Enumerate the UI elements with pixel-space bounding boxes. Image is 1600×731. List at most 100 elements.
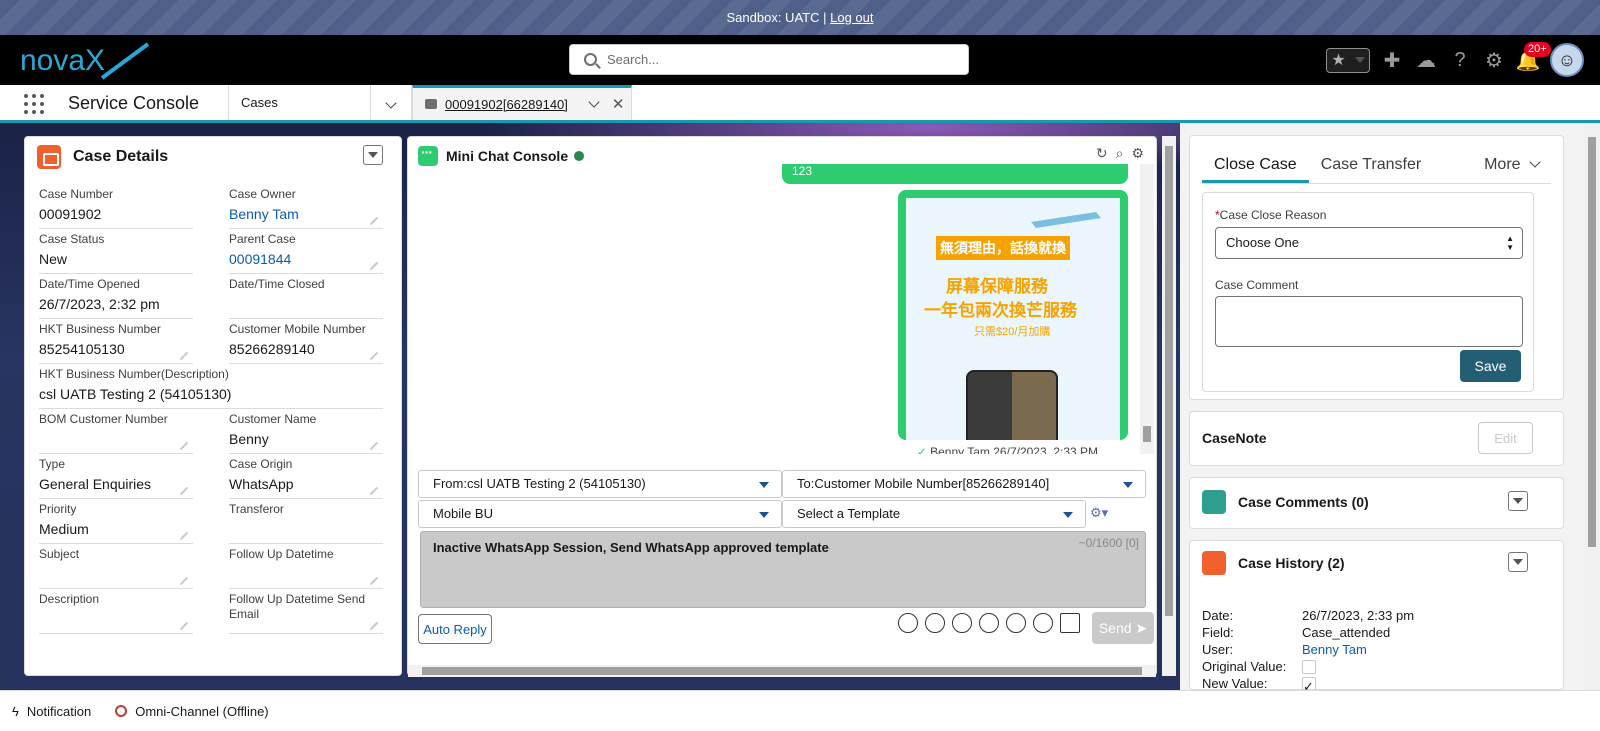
search-icon[interactable]: ⌕: [1116, 145, 1124, 162]
field-label: Parent Case: [229, 232, 296, 246]
speaker-icon[interactable]: [1060, 613, 1080, 633]
close-reason-select[interactable]: Choose One ▲ ▼: [1215, 227, 1523, 259]
from-select[interactable]: From:csl UATB Testing 2 (54105130): [418, 470, 782, 498]
field-case-number: Case Number 00091902: [39, 187, 193, 229]
promo-line3: 只需$20/月加購: [974, 326, 1051, 338]
edit-pencil-icon[interactable]: [369, 621, 379, 631]
attachment-icon[interactable]: [979, 613, 999, 633]
help-icon[interactable]: ?: [1448, 48, 1472, 72]
tab-case-00091902[interactable]: 00091902[66289140] ✕: [412, 85, 632, 120]
field-hkt-business-number: HKT Business Number 85254105130: [39, 322, 193, 364]
chevron-down-icon: [1513, 498, 1523, 504]
star-icon: ★: [1331, 52, 1346, 69]
close-reason-label: *Case Close Reason: [1215, 208, 1327, 222]
gear-icon[interactable]: ⚙: [1482, 48, 1506, 72]
field-value: csl UATB Testing 2 (54105130): [39, 386, 232, 402]
chat-icon: [418, 144, 438, 166]
center-scrollbar[interactable]: [1162, 136, 1176, 676]
case-comments-menu[interactable]: [1508, 491, 1528, 511]
field-value: 85254105130: [39, 341, 125, 357]
app-name: Service Console: [68, 93, 200, 113]
edit-pencil-icon[interactable]: [179, 621, 189, 631]
edit-pencil-icon[interactable]: [179, 441, 189, 451]
novax-logo[interactable]: novaX: [20, 40, 160, 80]
avatar[interactable]: ☺: [1550, 43, 1584, 77]
trailhead-icon[interactable]: ☁: [1414, 48, 1438, 72]
field-label: Follow Up Datetime: [229, 547, 334, 561]
casenote-panel: CaseNote Edit: [1189, 411, 1564, 466]
bell-icon[interactable]: 🔔 20+: [1516, 42, 1551, 72]
close-icon[interactable]: ✕: [612, 95, 625, 113]
sticker-icon[interactable]: [952, 613, 972, 633]
auto-reply-button[interactable]: Auto Reply: [418, 614, 492, 644]
bu-select[interactable]: Mobile BU: [418, 500, 782, 528]
field-label: Follow Up Datetime Send Email: [229, 592, 366, 621]
message-textarea[interactable]: Inactive WhatsApp Session, Send WhatsApp…: [420, 531, 1146, 608]
settings-dropdown-icon[interactable]: ⚙▾: [1090, 505, 1108, 521]
send-button[interactable]: Send ➤: [1092, 612, 1154, 644]
field-label: HKT Business Number(Description): [39, 367, 229, 381]
case-details-menu-button[interactable]: [363, 145, 383, 165]
field-bom-customer-number: BOM Customer Number: [39, 412, 193, 454]
field-label: Customer Name: [229, 412, 317, 426]
refresh-icon[interactable]: ↻: [1096, 145, 1108, 162]
field-transferor: Transferor: [229, 502, 383, 544]
gear-icon[interactable]: ⚙: [1131, 145, 1144, 162]
field-label: Date/Time Closed: [229, 277, 325, 291]
promo-banner: 無須理由，話換就換: [936, 236, 1070, 260]
field-value: WhatsApp: [229, 476, 294, 492]
field-description: Description: [39, 592, 193, 634]
field-label: HKT Business Number: [39, 322, 161, 336]
download-icon[interactable]: [1033, 613, 1053, 633]
tab-more[interactable]: More: [1472, 148, 1551, 183]
wrench-icon: [1202, 490, 1226, 514]
edit-pencil-icon[interactable]: [179, 576, 189, 586]
logout-link[interactable]: Log out: [830, 10, 873, 25]
tab-close-case[interactable]: Close Case: [1202, 148, 1309, 183]
chat-messages: 123 無須理由，話換就換 屏幕保障服務 一年包兩次換芒服務 只需$20/月加購…: [420, 164, 1138, 454]
case-icon: [1202, 551, 1226, 575]
field-value[interactable]: Benny Tam: [229, 206, 383, 223]
add-icon[interactable]: ✚: [1380, 48, 1404, 72]
case-comment-field[interactable]: [1215, 296, 1523, 347]
field-label: Subject: [39, 547, 80, 561]
field-case-status: Case Status New: [39, 232, 193, 274]
chevron-down-icon[interactable]: [588, 96, 600, 108]
nav-menu-dropdown[interactable]: [370, 85, 412, 120]
save-button[interactable]: Save: [1460, 350, 1521, 382]
field-follow-up-datetime: Follow Up Datetime: [229, 547, 383, 589]
chat-h-scrollbar[interactable]: [408, 665, 1156, 677]
history-entry: Date: 26/7/2023, 2:33 pm Field: Case_atten…: [1202, 608, 1415, 690]
whatsapp-icon: ✓: [916, 445, 927, 454]
template-select[interactable]: Select a Template: [782, 500, 1086, 528]
case-history-menu[interactable]: [1508, 552, 1528, 572]
smiley-icon[interactable]: [1006, 613, 1026, 633]
to-select[interactable]: To:Customer Mobile Number[85266289140]: [782, 470, 1146, 498]
chat-scrollbar[interactable]: [1140, 164, 1154, 454]
favorites-button[interactable]: ★: [1326, 47, 1370, 73]
field-value[interactable]: 00091844: [229, 251, 383, 268]
tab-cases[interactable]: Cases: [228, 85, 370, 120]
edit-button[interactable]: Edit: [1478, 422, 1533, 454]
app-launcher-icon[interactable]: [24, 94, 44, 114]
field-label: Transferor: [229, 502, 284, 516]
omni-channel-utility[interactable]: Omni-Channel (Offline): [115, 704, 269, 719]
chevron-down-icon: [1354, 57, 1365, 63]
edit-pencil-icon[interactable]: [369, 576, 379, 586]
field-follow-up-datetime-send-email: Follow Up Datetime Send Email: [229, 592, 383, 634]
history-user-link[interactable]: Benny Tam: [1302, 641, 1367, 658]
chevron-down-icon: [759, 482, 769, 488]
tab-case-transfer[interactable]: Case Transfer: [1309, 148, 1433, 183]
promo-image[interactable]: 無須理由，話換就換 屏幕保障服務 一年包兩次換芒服務 只需$20/月加購: [906, 198, 1120, 440]
clock-icon[interactable]: [925, 613, 945, 633]
case-details-title: Case Details: [73, 148, 169, 165]
image-message[interactable]: 無須理由，話換就換 屏幕保障服務 一年包兩次換芒服務 只需$20/月加購: [898, 190, 1128, 440]
notification-utility[interactable]: ϟ Notification: [12, 704, 91, 719]
chevron-down-icon: [1063, 512, 1073, 518]
emoji-group-icon[interactable]: [898, 613, 918, 633]
field-label: Description: [39, 592, 100, 606]
global-search-input[interactable]: Search...: [569, 44, 969, 75]
phone-image: [966, 370, 1058, 440]
right-scrollbar[interactable]: [1584, 123, 1600, 690]
tab-cases-label: Cases: [241, 95, 278, 110]
